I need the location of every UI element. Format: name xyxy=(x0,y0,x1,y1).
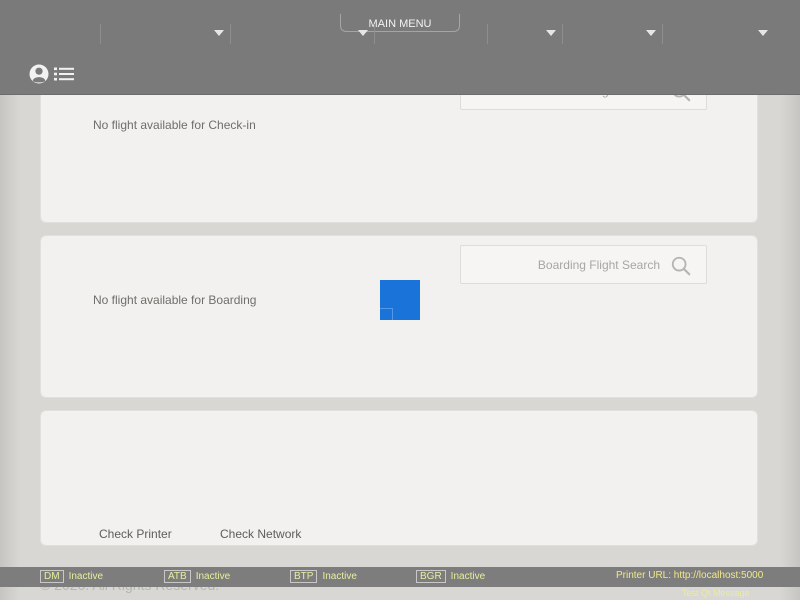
check-printer-button[interactable]: Check Printer xyxy=(99,527,172,541)
boarding-search-placeholder: Boarding Flight Search xyxy=(537,258,660,272)
chevron-down-icon xyxy=(358,30,368,36)
chevron-down-icon xyxy=(214,30,224,36)
status-item-dm: DM Inactive xyxy=(40,570,103,583)
chevron-down-icon xyxy=(646,30,656,36)
loading-spinner xyxy=(380,280,420,320)
faint-status-message: Test Qt Message xyxy=(682,588,750,598)
status-code: BGR xyxy=(416,570,446,583)
status-value: Inactive xyxy=(322,571,357,582)
menu-list-icon[interactable] xyxy=(54,67,74,81)
status-code: DM xyxy=(40,570,64,583)
loading-spinner-segment xyxy=(380,308,393,320)
search-icon[interactable] xyxy=(670,255,692,277)
nav-item-1[interactable] xyxy=(100,24,230,44)
status-value: Inactive xyxy=(68,571,104,582)
status-item-bgr: BGR Inactive xyxy=(416,570,485,583)
status-item-btp: BTP Inactive xyxy=(290,570,357,583)
check-network-button[interactable]: Check Network xyxy=(220,527,301,541)
printer-url-value: http://localhost:5000 xyxy=(673,570,764,581)
status-code: ATB xyxy=(164,570,191,583)
boarding-search-box[interactable]: Boarding Flight Search xyxy=(460,245,707,284)
printer-url-info: Printer URL: http://localhost:5000 xyxy=(616,570,763,581)
header-bar: MAIN MENU xyxy=(0,0,800,95)
status-bar: DM Inactive ATB Inactive BTP Inactive BGR In… xyxy=(0,567,800,587)
checkin-empty-message: No flight available for Check-in xyxy=(93,118,256,132)
boarding-empty-message: No flight available for Boarding xyxy=(93,293,257,307)
chevron-down-icon xyxy=(758,30,768,36)
nav-item-3[interactable] xyxy=(374,24,487,44)
user-profile-icon[interactable] xyxy=(29,64,49,84)
nav-item-5[interactable] xyxy=(562,24,662,44)
status-item-atb: ATB Inactive xyxy=(164,570,230,583)
nav-item-4[interactable] xyxy=(487,24,562,44)
nav-item-2[interactable] xyxy=(230,24,374,44)
chevron-down-icon xyxy=(546,30,556,36)
status-code: BTP xyxy=(290,570,318,583)
status-value: Inactive xyxy=(450,571,486,582)
status-value: Inactive xyxy=(195,571,231,582)
nav-item-6[interactable] xyxy=(662,24,774,44)
printer-url-label: Printer URL: xyxy=(616,570,672,581)
tools-card: Check Printer Check Network xyxy=(40,410,758,546)
